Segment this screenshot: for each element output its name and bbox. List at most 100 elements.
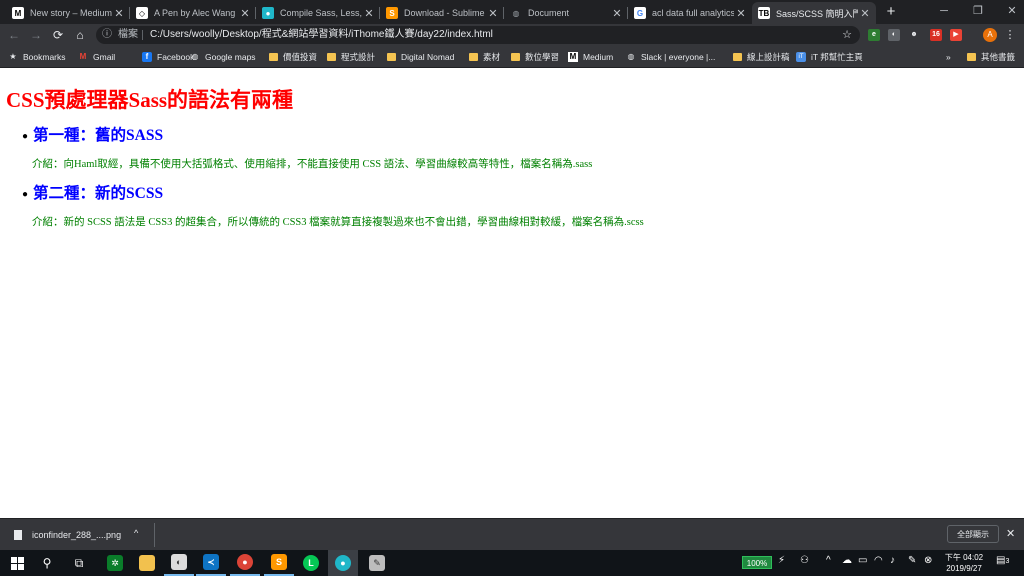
power-icon[interactable]: ⚡ bbox=[778, 555, 785, 566]
app-green-icon[interactable]: ✲ bbox=[100, 550, 130, 576]
bookmark-star-icon[interactable]: ☆ bbox=[842, 26, 852, 44]
bookmark-item[interactable]: 數位學習 bbox=[510, 46, 559, 67]
chevron-up-icon[interactable]: ^ bbox=[826, 555, 831, 566]
people-icon[interactable]: ⚇ bbox=[800, 555, 809, 566]
bookmark-label: Bookmarks bbox=[23, 51, 66, 62]
volume-icon[interactable]: ♪ bbox=[890, 555, 895, 566]
line-icon[interactable]: L bbox=[296, 550, 326, 576]
close-tab-icon[interactable]: ✕ bbox=[610, 7, 624, 20]
close-tab-icon[interactable]: ✕ bbox=[362, 7, 376, 20]
tab[interactable]: ◇ A Pen by Alec Wang ✕ bbox=[130, 2, 256, 24]
bookmark-item[interactable]: 價值投資 bbox=[268, 46, 317, 67]
show-all-button[interactable]: 全部顯示 bbox=[947, 525, 999, 543]
input-method-icon[interactable]: ⊗ bbox=[924, 555, 932, 566]
list-item: ● 第二種：新的SCSS bbox=[22, 181, 163, 203]
home-icon[interactable]: ⌂ bbox=[72, 27, 88, 43]
tab-title: Document bbox=[528, 8, 570, 18]
other-bookmarks[interactable]: 其他書籤 bbox=[966, 46, 1015, 67]
tab-title: A Pen by Alec Wang bbox=[154, 8, 236, 18]
calendar-extension-icon[interactable]: 16 bbox=[930, 29, 942, 41]
task-view-icon[interactable]: ⧉ bbox=[64, 550, 94, 576]
sublime-icon[interactable]: S bbox=[264, 550, 294, 576]
omnibox-divider bbox=[142, 30, 143, 40]
folder-icon bbox=[732, 52, 742, 62]
tab-title: Sass/SCSS 簡明入門教 bbox=[776, 8, 858, 19]
google-icon: G bbox=[634, 7, 646, 19]
file-explorer-icon[interactable] bbox=[132, 550, 162, 576]
reload-icon[interactable]: ⟳ bbox=[50, 27, 66, 43]
battery-icon[interactable]: ▭ bbox=[858, 555, 867, 566]
tab[interactable]: M New story – Medium ✕ bbox=[6, 2, 130, 24]
tab-title: New story – Medium bbox=[30, 8, 112, 18]
close-tab-icon[interactable]: ✕ bbox=[858, 7, 872, 20]
facebook-icon: f bbox=[142, 51, 152, 62]
media-extension-icon[interactable]: ▶ bbox=[950, 29, 962, 41]
wifi-icon[interactable]: ◠ bbox=[874, 555, 883, 566]
tab[interactable]: TB Sass/SCSS 簡明入門教✕ bbox=[752, 2, 876, 24]
tab-title: acl data full analytics bbox=[652, 8, 734, 18]
close-tab-icon[interactable]: ✕ bbox=[734, 7, 748, 20]
windows-start-icon[interactable] bbox=[2, 550, 32, 576]
tab[interactable]: Gacl data full analytics ✕ bbox=[628, 2, 752, 24]
prepros-icon[interactable]: ● bbox=[328, 550, 358, 576]
bookmark-label: 程式設計 bbox=[341, 51, 376, 62]
mask-extension-icon[interactable]: ☻ bbox=[908, 29, 920, 41]
back-icon[interactable]: ← bbox=[6, 27, 22, 43]
list-item-description: 介紹：新的 SCSS 語法是 CSS3 的超集合，所以傳統的 CSS3 檔案就算… bbox=[32, 217, 644, 228]
overflow-chevron-icon[interactable]: » bbox=[946, 46, 951, 67]
bookmark-item[interactable]: 素材 bbox=[468, 46, 500, 67]
system-clock[interactable]: 下午 04:02 2019/9/27 bbox=[938, 552, 990, 574]
minimize-button[interactable]: ─ bbox=[927, 0, 961, 24]
extension-icon[interactable]: ◐ bbox=[888, 29, 900, 41]
browser-toolbar: ← → ⟳ ⌂ ⓘ 檔案 C:/Users/woolly/Desktop/程式&… bbox=[0, 24, 1024, 46]
bookmark-item[interactable]: 程式設計 bbox=[326, 46, 375, 67]
close-tab-icon[interactable]: ✕ bbox=[238, 7, 252, 20]
menu-icon[interactable]: ⋮ bbox=[1004, 27, 1016, 43]
close-window-button[interactable]: ✕ bbox=[995, 0, 1024, 24]
tab-title: Download - Sublime bbox=[404, 8, 485, 18]
chrome-icon[interactable]: ● bbox=[230, 550, 260, 576]
download-item[interactable]: iconfinder_288_....png ^ bbox=[6, 523, 155, 547]
tab[interactable]: ● Compile Sass, Less, Ja✕ bbox=[256, 2, 380, 24]
bookmark-item[interactable]: Digital Nomad bbox=[386, 46, 454, 67]
restore-button[interactable]: ❐ bbox=[961, 0, 995, 24]
list-item-title: 第一種：舊的SASS bbox=[33, 127, 164, 144]
app-gray-icon[interactable]: ◐ bbox=[164, 550, 194, 576]
profile-avatar[interactable]: A bbox=[983, 28, 997, 42]
address-bar[interactable]: ⓘ 檔案 C:/Users/woolly/Desktop/程式&網站學習資料/i… bbox=[96, 26, 860, 44]
bookmark-item[interactable]: M Gmail bbox=[78, 46, 116, 67]
tab[interactable]: ◍ Document ✕ bbox=[504, 2, 628, 24]
search-icon[interactable]: ⚲ bbox=[32, 550, 62, 576]
app-tool-icon[interactable]: ✎ bbox=[362, 550, 392, 576]
notification-center-icon[interactable]: ▤3 bbox=[996, 555, 1010, 569]
url-text[interactable]: C:/Users/woolly/Desktop/程式&網站學習資料/iThome… bbox=[150, 26, 493, 44]
bookmark-label: Gmail bbox=[93, 51, 116, 62]
bookmark-item[interactable]: ★ Bookmarks bbox=[8, 46, 66, 67]
evernote-extension-icon[interactable]: e bbox=[868, 29, 880, 41]
folder-icon bbox=[326, 52, 336, 62]
page-heading: CSS預處理器Sass的語法有兩種 bbox=[6, 88, 294, 112]
info-icon[interactable]: ⓘ bbox=[102, 26, 112, 44]
bookmark-item[interactable]: M Medium bbox=[568, 46, 613, 67]
forward-icon[interactable]: → bbox=[28, 27, 44, 43]
windows-taskbar: ⚲ ⧉ ✲ ◐ ≺ ● S L ● ✎ 100% ⚡ ⚇ ^ ☁ ▭ ◠ ♪ ✎… bbox=[0, 550, 1024, 576]
folder-icon bbox=[468, 52, 478, 62]
bookmark-item[interactable]: f Facebook bbox=[142, 46, 194, 67]
bookmark-item[interactable]: 線上設計稿 bbox=[732, 46, 790, 67]
tab[interactable]: S Download - Sublime ✕ bbox=[380, 2, 504, 24]
bookmark-item[interactable]: ◍ Slack | everyone |... bbox=[626, 46, 716, 67]
chevron-up-icon[interactable]: ^ bbox=[134, 528, 138, 538]
battery-indicator[interactable]: 100% bbox=[742, 556, 772, 569]
bookmark-item[interactable]: ◍ Google maps bbox=[190, 46, 256, 67]
close-tab-icon[interactable]: ✕ bbox=[112, 7, 126, 20]
close-tab-icon[interactable]: ✕ bbox=[486, 7, 500, 20]
vscode-icon[interactable]: ≺ bbox=[196, 550, 226, 576]
close-shelf-icon[interactable]: ✕ bbox=[1006, 527, 1015, 540]
pen-icon[interactable]: ✎ bbox=[908, 555, 916, 566]
star-icon: ★ bbox=[9, 52, 17, 61]
cloud-icon[interactable]: ☁ bbox=[842, 555, 852, 566]
clock-date: 2019/9/27 bbox=[946, 564, 982, 573]
new-tab-button[interactable]: + bbox=[882, 3, 900, 21]
bookmarks-bar: ★ Bookmarks M Gmail f Facebook ◍ Google maps 價值投… bbox=[0, 46, 1024, 68]
bookmark-item[interactable]: iT iT 邦幫忙主頁 bbox=[796, 46, 863, 67]
